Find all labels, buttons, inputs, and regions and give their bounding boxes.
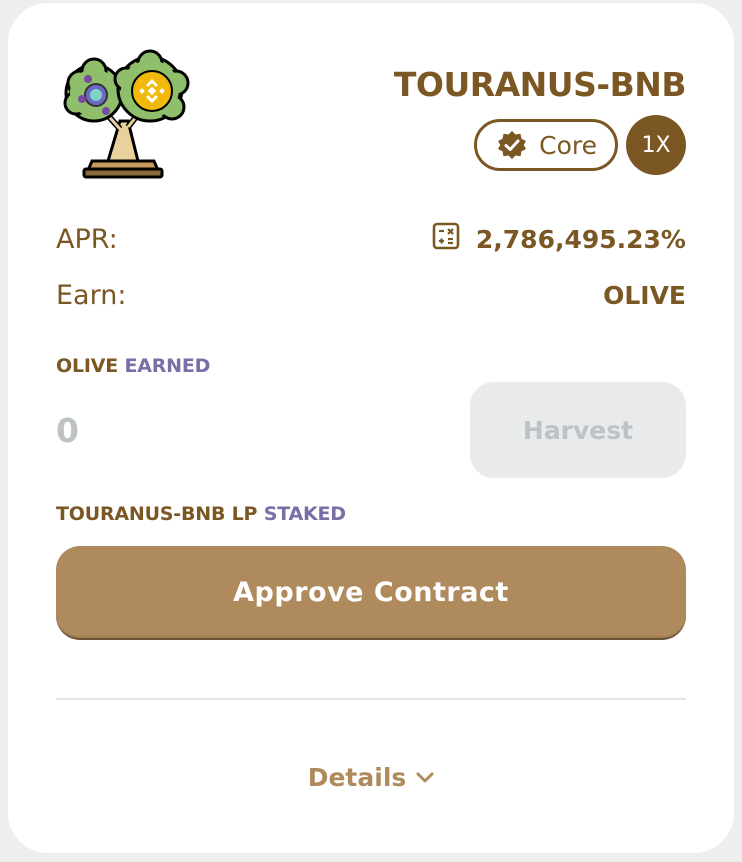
apr-label: APR: xyxy=(56,223,118,255)
earned-section-label: OLIVE EARNED xyxy=(56,355,210,377)
divider xyxy=(56,698,686,700)
chevron-down-icon xyxy=(416,772,434,784)
farm-card: TOURANUS-BNB Core 1X APR: 2,786,495.23% … xyxy=(8,3,734,853)
apr-value-group: 2,786,495.23% xyxy=(432,222,686,256)
core-badge-label: Core xyxy=(539,130,597,160)
earned-suffix: EARNED xyxy=(124,355,211,377)
farm-title: TOURANUS-BNB xyxy=(393,65,687,104)
staked-suffix: STAKED xyxy=(263,503,346,525)
apr-value: 2,786,495.23% xyxy=(475,224,686,254)
verified-icon xyxy=(497,130,527,160)
olive-tree-bnb-logo xyxy=(58,49,192,183)
earned-token: OLIVE xyxy=(56,355,119,377)
staked-token: TOURANUS-BNB LP xyxy=(56,503,258,525)
farm-badges: Core 1X xyxy=(474,115,686,175)
earn-row: Earn: OLIVE xyxy=(56,273,686,317)
apr-row: APR: 2,786,495.23% xyxy=(56,217,686,261)
multiplier-badge: 1X xyxy=(626,115,686,175)
earned-amount: 0 xyxy=(56,411,79,450)
harvest-button[interactable]: Harvest xyxy=(470,382,686,478)
core-badge: Core xyxy=(474,119,618,171)
earn-label: Earn: xyxy=(56,279,127,311)
approve-contract-button[interactable]: Approve Contract xyxy=(56,546,686,640)
details-label: Details xyxy=(307,763,407,792)
calculator-icon[interactable] xyxy=(432,222,460,256)
staked-section-label: TOURANUS-BNB LP STAKED xyxy=(56,503,346,525)
details-toggle[interactable]: Details xyxy=(8,763,734,792)
earn-value: OLIVE xyxy=(603,280,686,310)
